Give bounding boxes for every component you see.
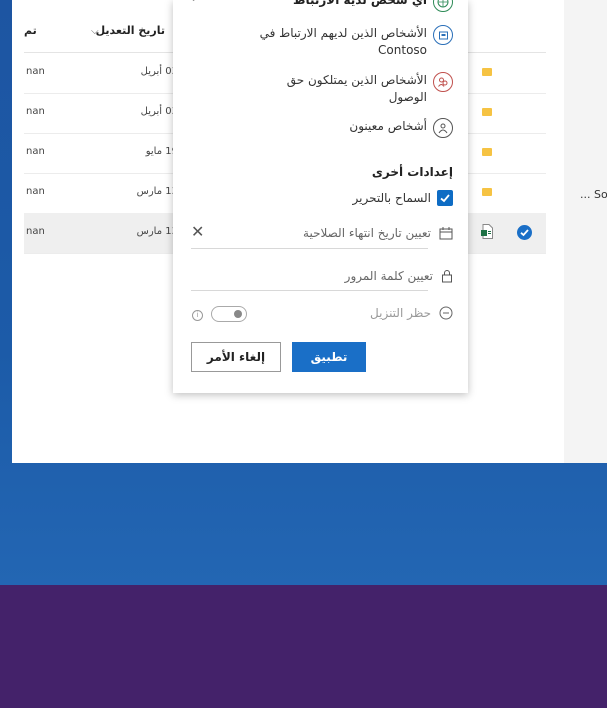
option-specific-people[interactable]: أشخاص معينون: [349, 118, 453, 138]
block-download-row: حظر التنزيل: [370, 306, 453, 320]
modified-by-cell: nan: [26, 146, 45, 157]
option-people-in-org-label: الأشخاص الذين لديهم الارتباط في Contoso: [260, 25, 427, 59]
modified-date-cell: 13 مارس: [136, 186, 178, 197]
modified-by-cell: nan: [26, 186, 45, 197]
modified-by-cell: nan: [26, 226, 45, 237]
modified-by-cell: nan: [26, 66, 45, 77]
checkbox-checked-icon[interactable]: [437, 190, 453, 206]
option-existing-access-label: الأشخاص الذين يمتلكون حق الوصول: [287, 72, 427, 106]
expiration-date-field[interactable]: تعيين تاريخ انتهاء الصلاحية: [191, 226, 453, 240]
apply-button[interactable]: تطبيق: [292, 342, 366, 372]
option-existing-access[interactable]: الأشخاص الذين يمتلكون حق الوصول: [287, 72, 453, 106]
link-settings-panel: أي شخص لديه الارتباط ✓ الأشخاص الذين لدي…: [173, 0, 468, 393]
allow-editing-checkbox[interactable]: السماح بالتحرير: [353, 190, 453, 206]
folder-icon: [482, 68, 492, 76]
option-specific-people-label: أشخاص معينون: [349, 119, 427, 133]
cancel-button[interactable]: إلغاء الأمر: [191, 342, 281, 372]
details-pane-text: ... So: [580, 188, 607, 201]
specific-people-icon: [433, 118, 453, 138]
people-access-icon: [433, 72, 453, 92]
details-pane: [564, 0, 607, 463]
selected-check-icon[interactable]: [517, 225, 532, 240]
expiration-date-text: تعيين تاريخ انتهاء الصلاحية: [303, 226, 431, 240]
info-icon[interactable]: i: [192, 310, 203, 321]
desktop-bottom-area: [0, 585, 607, 708]
folder-icon: [482, 108, 492, 116]
allow-editing-label: السماح بالتحرير: [352, 191, 431, 205]
column-header-modified[interactable]: تاريخ التعديل: [96, 24, 165, 37]
expiration-underline: [191, 248, 428, 249]
close-icon[interactable]: ✕: [191, 222, 204, 241]
chevron-down-icon[interactable]: ⌵: [91, 26, 99, 37]
other-settings-title: إعدادات أخرى: [371, 165, 453, 179]
password-field[interactable]: تعيين كلمة المرور: [191, 269, 453, 283]
option-anyone[interactable]: أي شخص لديه الارتباط: [293, 0, 453, 12]
option-people-in-org-line1: الأشخاص الذين لديهم الارتباط في: [259, 26, 427, 40]
option-people-in-org-line2: Contoso: [378, 43, 427, 57]
toggle-knob: [234, 310, 242, 318]
password-underline: [191, 290, 428, 291]
modified-date-cell: 13 مارس: [136, 226, 178, 237]
globe-icon: [433, 0, 453, 12]
check-icon: ✓: [191, 0, 199, 5]
column-header-modified-by[interactable]: تم: [24, 24, 37, 37]
option-people-in-org[interactable]: الأشخاص الذين لديهم الارتباط في Contoso: [260, 25, 453, 59]
option-anyone-label: أي شخص لديه الارتباط: [292, 0, 427, 7]
modified-by-cell: nan: [26, 106, 45, 117]
option-existing-access-line1: الأشخاص الذين يمتلكون حق: [286, 73, 427, 87]
building-icon: [433, 25, 453, 45]
option-existing-access-line2: الوصول: [388, 90, 427, 104]
calendar-icon: [439, 226, 453, 239]
folder-icon: [482, 148, 492, 156]
block-download-label: حظر التنزيل: [370, 306, 431, 320]
excel-file-icon: [481, 224, 493, 239]
lock-icon: [442, 270, 452, 283]
block-icon: [439, 306, 453, 320]
block-download-toggle[interactable]: [211, 306, 247, 322]
password-text: تعيين كلمة المرور: [344, 269, 433, 283]
folder-icon: [482, 188, 492, 196]
